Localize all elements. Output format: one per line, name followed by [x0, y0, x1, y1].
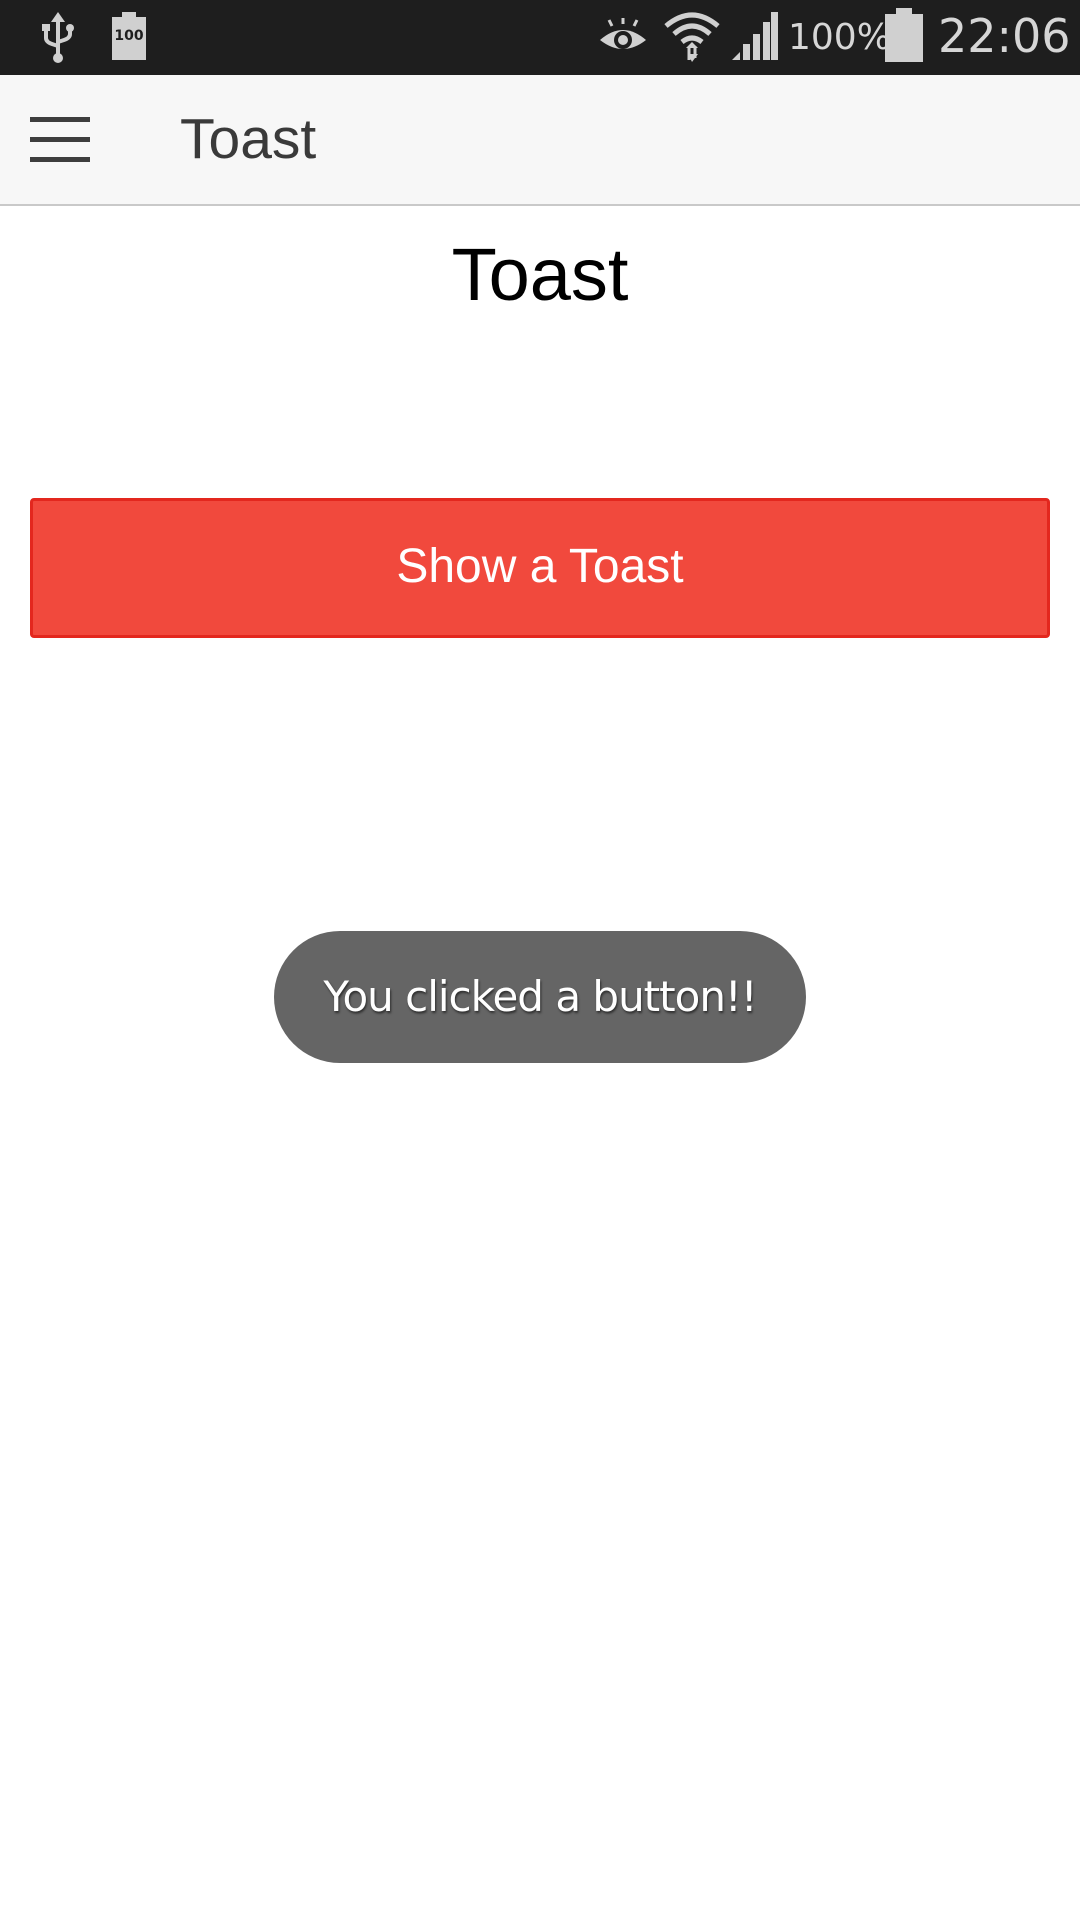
battery-small-icon: 100 [112, 12, 146, 60]
app-bar: Toast [0, 75, 1080, 206]
page-heading: Toast [451, 233, 629, 316]
signal-icon [732, 12, 778, 60]
screen: 100 100% 22:06 Toast Toast Show a Toast … [0, 0, 1080, 1920]
battery-icon [885, 8, 923, 62]
app-bar-title: Toast [180, 107, 317, 171]
show-toast-button[interactable]: Show a Toast [30, 498, 1050, 638]
clock-text: 22:06 [938, 9, 1071, 63]
hamburger-menu-icon[interactable] [16, 99, 102, 183]
eye-icon [600, 18, 646, 49]
toast-message: You clicked a button!! [274, 931, 806, 1063]
battery-percent-text: 100% [788, 17, 891, 58]
status-bar: 100 100% 22:06 [0, 0, 1080, 75]
wifi-icon [664, 12, 720, 62]
battery-small-label: 100 [114, 28, 144, 44]
usb-icon [42, 12, 74, 63]
